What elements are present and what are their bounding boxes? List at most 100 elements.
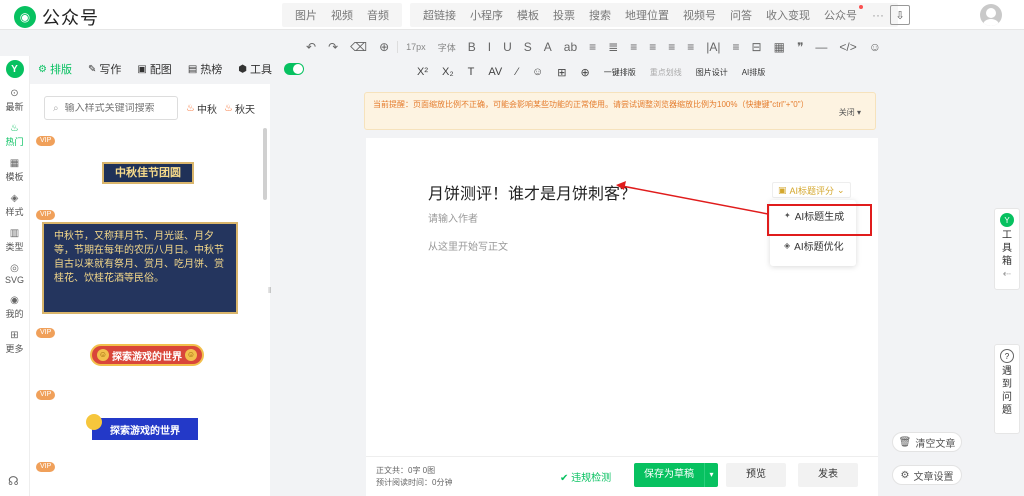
text-style-icon[interactable]: T [461,66,482,78]
rail-item-latest[interactable]: ⊙ 最新 [0,88,29,113]
briefcase-icon[interactable]: ⊕ [574,66,597,79]
list-icon[interactable]: ≡ [681,40,700,54]
tab-images[interactable]: ▣ 配图 [129,61,179,77]
rail-item-mine[interactable]: ◉ 我的 [0,295,29,320]
font-size-select[interactable]: 17px [400,42,432,52]
headset-icon[interactable]: ☊ [8,474,19,488]
annotation-highlight-box [767,204,872,236]
quote-icon[interactable]: ❞ [791,40,809,54]
template-game-banner-blue[interactable]: 探索游戏的世界 [92,418,198,440]
preview-button[interactable]: 预览 [726,463,786,487]
strikethrough-icon[interactable]: S [518,40,538,54]
menu-template[interactable]: 模板 [510,7,546,23]
code-icon[interactable]: </> [833,40,862,54]
save-dropdown-icon[interactable]: ▾ [704,463,718,487]
insert-group: 超链接 小程序 模板 投票 搜索 地理位置 视频号 问答 收入变现 公众号 ··… [410,3,898,27]
bold-icon[interactable]: B [462,40,482,54]
font-color-icon[interactable]: A [538,40,558,54]
menu-account[interactable]: 公众号 [817,5,864,23]
hr-icon[interactable]: — [809,40,833,54]
redo-icon[interactable]: ↷ [322,40,344,54]
avatar[interactable] [980,4,1002,26]
one-key-layout-button[interactable]: 一键排版 [597,67,643,78]
app-logo-icon[interactable]: Y [5,60,24,78]
template-midautumn-banner[interactable]: 中秋佳节团圆 [102,162,194,184]
tab-layout[interactable]: ⚙ 排版 [30,61,80,77]
ordered-list-icon[interactable]: ≡ [727,40,746,54]
search-input[interactable] [64,102,165,114]
rail-item-style[interactable]: ◈ 样式 [0,193,29,218]
divider-line-icon[interactable]: ⊟ [746,40,768,54]
menu-location[interactable]: 地理位置 [618,7,676,23]
rail-item-type[interactable]: ▥ 类型 [0,228,29,253]
superscript-icon[interactable]: X² [410,66,435,78]
image-design-button[interactable]: 图片设计 [689,67,735,78]
editor-area: 月饼测评！谁才是月饼刺客？ 请输入作者 从这里开始写正文 ▣ AI标题评分 ⌄ ✦ A… [366,138,878,496]
rail-item-template[interactable]: ▦ 模板 [0,158,29,183]
emoji-icon[interactable]: ☺ [863,40,887,54]
menu-monetize[interactable]: 收入变现 [759,7,817,23]
menu-vote[interactable]: 投票 [546,7,582,23]
hot-tag-autumn[interactable]: ♨ 秋天 [224,101,255,116]
template-midautumn-card[interactable]: 中秋节，又称拜月节、月光诞、月夕等，节期在每年的农历八月日。中秋节自古以来就有祭… [42,222,238,314]
indent-icon[interactable]: ≣ [602,40,624,54]
italic-icon[interactable]: I [482,40,497,54]
panel-scrollbar[interactable] [263,128,267,200]
align-center-icon[interactable]: ≡ [624,40,643,54]
template-game-banner-red[interactable]: ☺ 探索游戏的世界 ☺ [90,344,204,366]
eraser-icon[interactable]: ⌫ [344,40,373,54]
paragraph-spacing-icon[interactable]: ≡ [662,40,681,54]
violation-check-button[interactable]: ✔ 违规检测 [560,469,611,484]
font-family-select[interactable]: 字体 [432,41,462,54]
save-draft-button[interactable]: 保存为草稿 [634,463,704,487]
menu-image[interactable]: 图片 [288,7,324,23]
rail-item-hot[interactable]: ♨ 热门 [0,123,29,148]
subscript-icon[interactable]: X₂ [435,66,461,78]
rail-item-more[interactable]: ⊞ 更多 [0,330,29,355]
background-color-icon[interactable]: ab [558,40,583,54]
author-input[interactable]: 请输入作者 [428,210,478,225]
close-notice-button[interactable]: 关闭 ▾ [839,107,861,118]
tab-tools[interactable]: ⬢ 工具 [230,61,280,77]
collapse-handle-icon[interactable]: ‖ [268,286,271,295]
menu-qa[interactable]: 问答 [723,7,759,23]
rail-item-svg[interactable]: ◎ SVG [0,263,29,285]
body-editor[interactable]: 从这里开始写正文 [428,238,508,253]
ai-title-score-button[interactable]: ▣ AI标题评分 ⌄ [772,182,851,198]
menu-link[interactable]: 超链接 [416,7,463,23]
menu-miniprogram[interactable]: 小程序 [463,7,510,23]
table-icon[interactable]: ▦ [768,40,791,54]
char-spacing-icon[interactable]: AV [481,66,509,78]
letter-spacing-icon[interactable]: |A| [700,40,726,54]
zoom-notice: 当前提醒：页面缩放比例不正确，可能会影响某些功能的正常使用。请尝试调整浏览器缩放… [364,92,876,130]
menu-search[interactable]: 搜索 [582,7,618,23]
hot-tag-midautumn[interactable]: ♨ 中秋 [186,101,217,116]
sticker-icon[interactable]: ☺ [525,66,550,78]
line-height-icon[interactable]: ≡ [643,40,662,54]
hot-tag-label: 中秋 [196,105,217,116]
menu-video[interactable]: 视频 [324,7,360,23]
menu-audio[interactable]: 音频 [360,7,396,23]
clear-article-button[interactable]: 🗑 清空文章 [892,432,962,452]
publish-button[interactable]: 发表 [798,463,858,487]
more-menu-button[interactable]: ··· [864,8,892,22]
gallery-icon[interactable]: ⊞ [550,66,573,79]
ai-layout-button[interactable]: AI排版 [735,67,773,78]
article-settings-button[interactable]: ⚙ 文章设置 [892,465,962,485]
article-title[interactable]: 月饼测评！谁才是月饼刺客？ [428,180,636,204]
restore-button[interactable]: 重点划线 [643,67,689,78]
undo-icon[interactable]: ↶ [300,40,322,54]
align-icon[interactable]: ≡ [583,40,602,54]
panel-toggle[interactable] [284,63,304,75]
format-painter-icon[interactable]: ⊕ [373,40,395,54]
toolbox-dock[interactable]: Y 工 具 箱 ⇠ [994,208,1020,290]
magic-icon[interactable]: ⁄ [509,66,525,78]
tab-writing[interactable]: ✎ 写作 [80,61,129,77]
mobile-preview-icon[interactable]: ⇩ [890,5,910,25]
tab-hotlist[interactable]: ▤ 热榜 [180,61,230,77]
grid-icon: ⊞ [10,330,19,341]
help-dock[interactable]: ? 遇 到 问 题 [994,344,1020,434]
brand-logo[interactable]: ◉ 公众号 [14,4,99,30]
underline-icon[interactable]: U [497,40,518,54]
menu-channels[interactable]: 视频号 [676,7,723,23]
